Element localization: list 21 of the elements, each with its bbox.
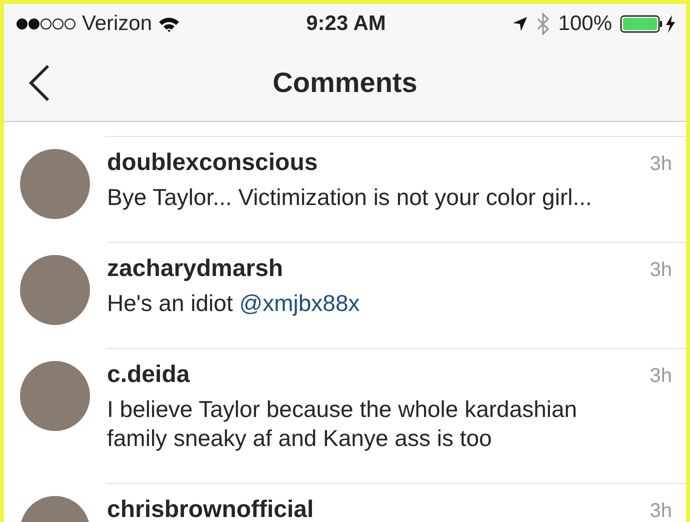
comment-text: He's an idiot @xmjbx88x	[107, 289, 361, 318]
comment-time: 3h	[650, 153, 672, 176]
comment-text: I believe Taylor because the whole kardashian family sneaky af and Kanye ass is too	[107, 395, 578, 453]
battery-charging-icon	[620, 14, 676, 34]
comment-time: 3h	[650, 500, 672, 522]
mention-link[interactable]: @xmjbx88x	[239, 290, 360, 316]
username[interactable]: chrisbrownofficial	[107, 496, 314, 522]
carrier-name: Verizon	[82, 12, 152, 36]
comment-text: Bye Taylor... Victimization is not your color girl...	[107, 183, 593, 212]
username[interactable]: doublexconscious	[107, 149, 318, 177]
location-arrow-icon	[512, 16, 528, 32]
battery-percent: 100%	[558, 12, 612, 36]
bluetooth-icon	[536, 12, 550, 36]
username[interactable]: c.deida	[107, 361, 190, 389]
signal-strength-icon	[16, 18, 76, 30]
comment-time: 3h	[650, 259, 672, 282]
screen-title: Comments	[272, 66, 418, 98]
comment-time: 3h	[650, 365, 672, 388]
username[interactable]: zacharydmarsh	[107, 255, 284, 283]
wifi-icon	[158, 16, 180, 32]
clock-time: 9:23 AM	[306, 12, 386, 36]
